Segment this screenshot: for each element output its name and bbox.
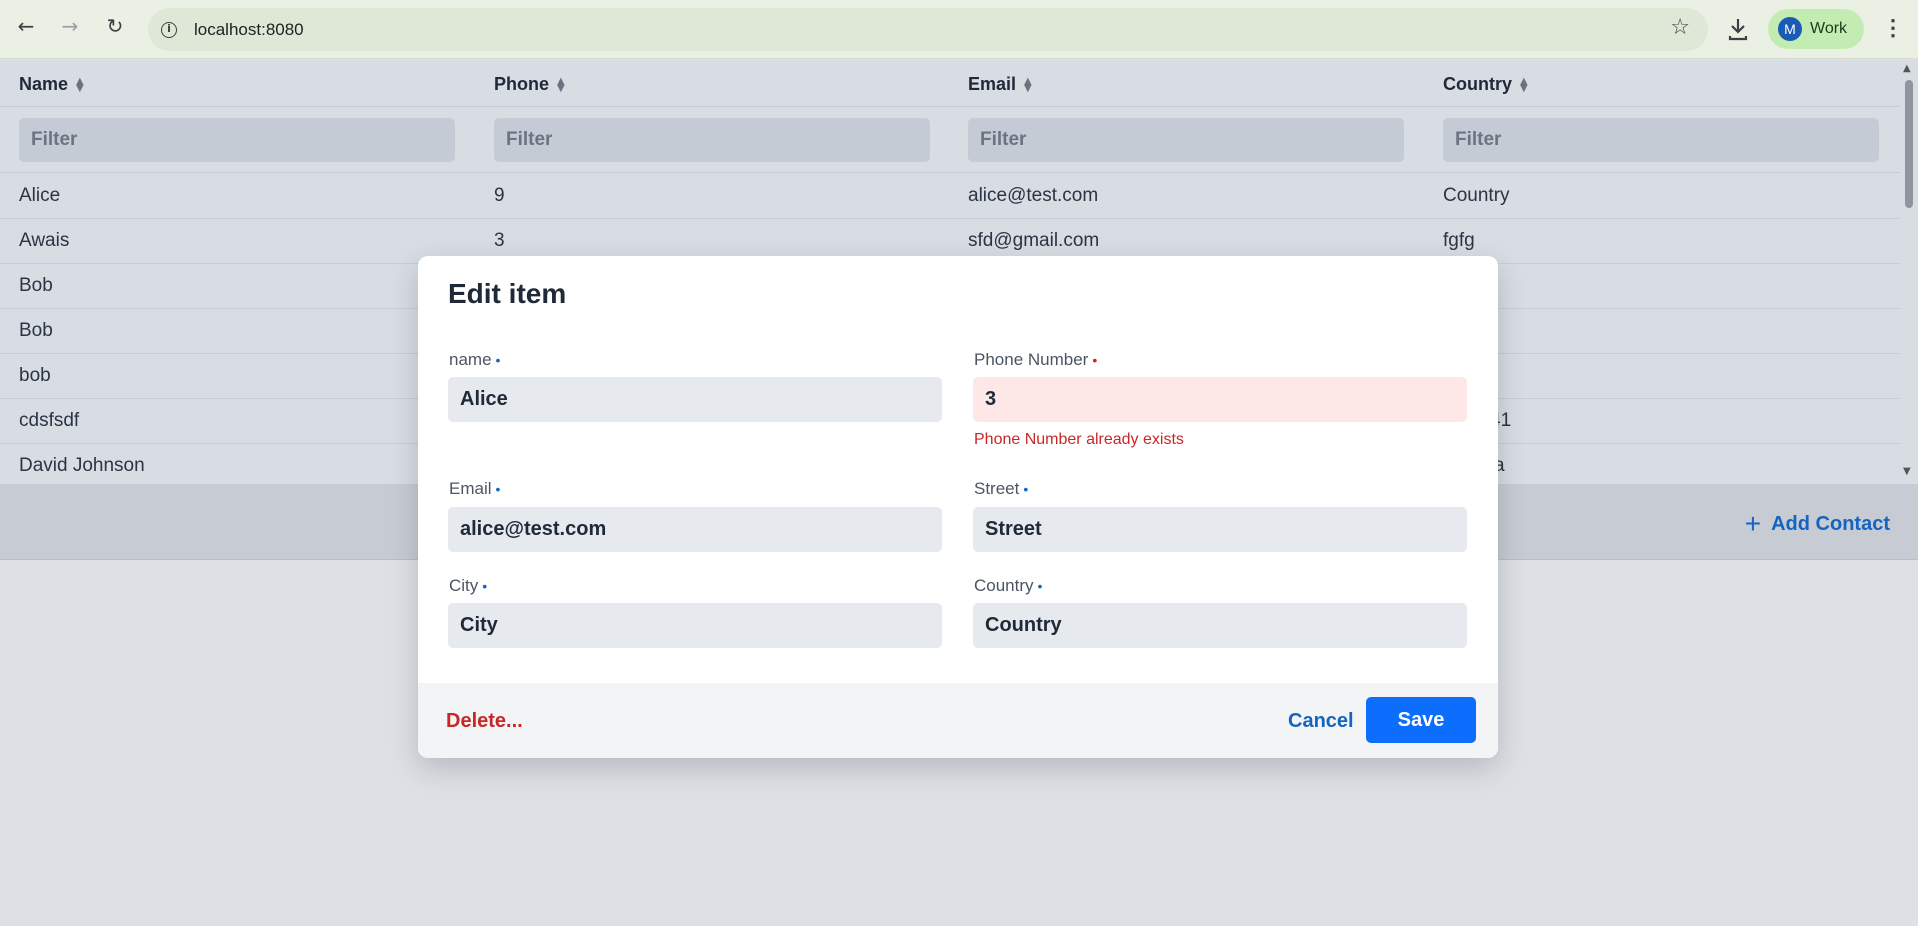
dialog-footer: Delete... Cancel Save — [418, 683, 1498, 758]
delete-button[interactable]: Delete... — [446, 710, 523, 733]
city-label: City • — [449, 576, 487, 596]
column-label: Country — [1443, 74, 1512, 94]
filter-phone-input[interactable] — [494, 118, 930, 162]
name-field[interactable] — [448, 377, 942, 422]
cell-phone: 3 — [494, 230, 505, 251]
label-text: City — [449, 576, 479, 595]
back-icon[interactable]: ← — [14, 14, 38, 38]
column-header-name[interactable]: Name ▲ ▼ — [19, 74, 84, 95]
label-text: Street — [974, 479, 1020, 498]
filter-row — [0, 108, 1900, 173]
email-field[interactable] — [448, 507, 942, 552]
scroll-down-icon[interactable]: ▼ — [1903, 466, 1911, 477]
reload-icon[interactable]: ↻ — [103, 14, 127, 38]
cancel-button[interactable]: Cancel — [1288, 710, 1354, 733]
country-field[interactable] — [973, 603, 1467, 648]
required-indicator: • — [495, 481, 501, 497]
country-label: Country • — [974, 576, 1042, 596]
column-label: Email — [968, 74, 1017, 94]
email-label: Email • — [449, 479, 500, 499]
add-contact-button[interactable]: + Add Contact — [1745, 508, 1890, 540]
forward-icon[interactable]: → — [58, 14, 82, 38]
street-label: Street • — [974, 479, 1028, 499]
phone-error-message: Phone Number already exists — [974, 431, 1184, 448]
cell-phone: 9 — [494, 185, 505, 206]
sort-icon[interactable]: ▲ ▼ — [76, 77, 84, 94]
url-text[interactable]: localhost:8080 — [194, 20, 304, 40]
add-contact-label: Add Contact — [1771, 513, 1890, 535]
label-text: name — [449, 350, 492, 369]
plus-icon: + — [1744, 508, 1762, 539]
grid-header: Name ▲ ▼ Phone ▲ ▼ Email ▲ ▼ Country ▲ ▼ — [0, 60, 1900, 107]
kebab-menu-icon[interactable]: ⋮ — [1882, 14, 1904, 42]
required-indicator: • — [482, 578, 488, 594]
edit-dialog: Edit item name• Phone Number• Phone Numb… — [418, 256, 1498, 758]
cell-email: sfd@gmail.com — [968, 230, 1100, 251]
column-header-phone[interactable]: Phone ▲ ▼ — [494, 74, 565, 95]
cell-name: Alice — [19, 185, 61, 206]
column-label: Phone — [494, 74, 550, 94]
scroll-up-icon[interactable]: ▲ — [1903, 63, 1911, 74]
save-button[interactable]: Save — [1366, 697, 1476, 743]
column-label: Name — [19, 74, 69, 94]
cell-name: Bob — [19, 320, 53, 341]
street-field[interactable] — [973, 507, 1467, 552]
table-row[interactable]: Alice 9 alice@test.com Country — [0, 174, 1900, 219]
required-indicator: • — [495, 352, 501, 368]
city-field[interactable] — [448, 603, 942, 648]
required-indicator: • — [1023, 481, 1029, 497]
filter-name-input[interactable] — [19, 118, 455, 162]
label-text: Country — [974, 576, 1034, 595]
download-icon[interactable] — [1726, 16, 1750, 42]
filter-country-input[interactable] — [1443, 118, 1879, 162]
dialog-title: Edit item — [448, 278, 567, 309]
cell-name: David Johnson — [19, 455, 145, 476]
profile-label: Work — [1810, 20, 1848, 37]
sort-icon[interactable]: ▲ ▼ — [1024, 77, 1032, 94]
phone-field[interactable] — [973, 377, 1467, 422]
cell-name: Bob — [19, 275, 53, 296]
column-header-country[interactable]: Country ▲ ▼ — [1443, 74, 1528, 95]
cell-email: alice@test.com — [968, 185, 1099, 206]
scrollbar-thumb[interactable] — [1905, 80, 1913, 208]
name-label: name • — [449, 350, 500, 370]
grid-scrollbar[interactable]: ▲ ▼ — [1900, 60, 1918, 484]
browser-toolbar: ← → ↻ i localhost:8080 ☆ M Work ⋮ — [0, 0, 1918, 59]
label-text: Phone Number — [974, 350, 1089, 369]
sort-icon[interactable]: ▲ ▼ — [1520, 77, 1528, 94]
phone-label: Phone Number • — [974, 350, 1097, 370]
cell-name: cdsfsdf — [19, 410, 80, 431]
filter-email-input[interactable] — [968, 118, 1404, 162]
required-indicator: • — [1037, 578, 1043, 594]
label-text: Email — [449, 479, 492, 498]
cell-name: bob — [19, 365, 51, 386]
cell-name: Awais — [19, 230, 70, 251]
column-header-email[interactable]: Email ▲ ▼ — [968, 74, 1032, 95]
site-info-icon[interactable]: i — [158, 18, 180, 40]
address-bar[interactable]: i localhost:8080 ☆ — [148, 8, 1708, 51]
star-icon[interactable]: ☆ — [1670, 15, 1690, 40]
profile-chip[interactable]: M Work — [1768, 9, 1864, 49]
cell-country: Country — [1443, 185, 1510, 206]
avatar: M — [1778, 17, 1802, 41]
required-indicator: • — [1092, 352, 1098, 368]
sort-icon[interactable]: ▲ ▼ — [557, 77, 565, 94]
cell-country: fgfg — [1443, 230, 1475, 251]
